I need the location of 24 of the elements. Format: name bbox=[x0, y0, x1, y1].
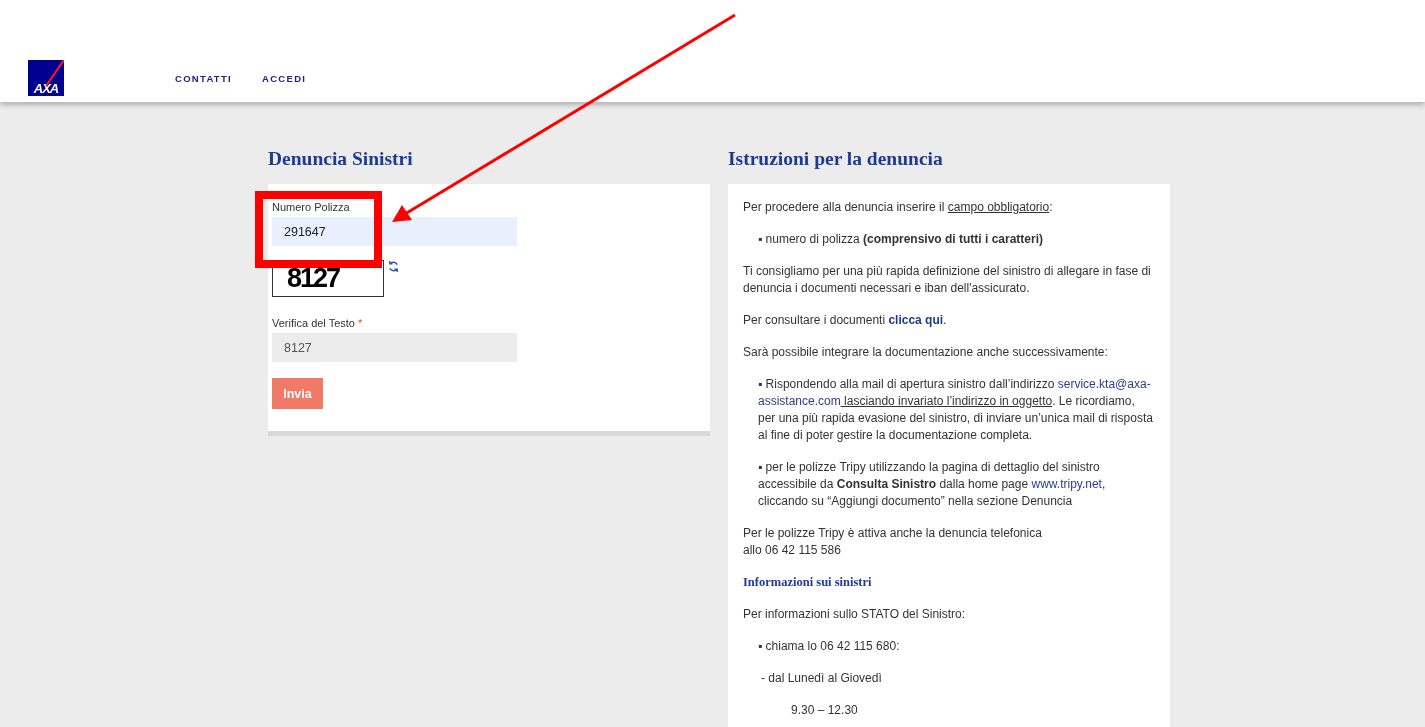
paragraph: Per le polizze Tripy è attiva anche la denuncia telefonica allo 06 42 115 586 bbox=[743, 525, 1043, 559]
paragraph: ▪ numero di polizza (comprensivo di tutti i caratteri) bbox=[757, 231, 1044, 248]
field-label: Numero Polizza bbox=[272, 201, 351, 213]
policy-number-field[interactable]: 291647 bbox=[272, 217, 517, 246]
paragraph: ▪ Rispondendo alla mail di apertura sinistro dall’indirizzo service.kta@axa-assistance.com lasciando invariato l’indirizzo in oggetto. Le ricordiamo, per una più rapida evasione del sinistro, di inviare un’unica mail di risposta al fine di poter gestire la documentazione completa. bbox=[757, 376, 1154, 444]
form-title: Denuncia Sinistri bbox=[268, 148, 414, 170]
field-label: Verifica del Testo * bbox=[272, 317, 364, 329]
paragraph: Sarà possibile integrare la documentazione anche successivamente: bbox=[743, 344, 1109, 361]
paragraph: - dal Lunedì al Giovedì bbox=[760, 670, 883, 687]
paragraph: ▪ chiama lo 06 42 115 680: bbox=[757, 638, 901, 655]
paragraph: Per consultare i documenti clicca qui. bbox=[743, 312, 948, 329]
section-heading: Informazioni sui sinistri bbox=[743, 574, 873, 591]
refresh-icon[interactable] bbox=[387, 260, 400, 273]
captcha-image: 8127 bbox=[272, 260, 384, 297]
logo[interactable]: AXA bbox=[28, 60, 64, 96]
paragraph: ▪ per le polizze Tripy utilizzando la pagina di dettaglio del sinistro accessibile da Consulta Sinistro dalla home page www.tripy.net, cliccando su “Aggiungi documento” nella sezione Denuncia bbox=[757, 459, 1107, 510]
instructions-title: Istruzioni per la denuncia bbox=[728, 148, 944, 170]
verify-text-field[interactable]: 8127 bbox=[272, 333, 517, 362]
paragraph: Per procedere alla denuncia inserire il campo obbligatorio: bbox=[743, 199, 1054, 216]
nav-link[interactable]: ACCEDI bbox=[262, 73, 307, 84]
paragraph: 9.30 – 12.30 bbox=[790, 702, 859, 719]
paragraph: Per informazioni sullo STATO del Sinistro: bbox=[743, 606, 967, 623]
paragraph: Ti consigliamo per una più rapida definizione del sinistro di allegare in fase di denuncia i documenti necessari e iban dell'assicurato. bbox=[743, 263, 1152, 297]
nav-link[interactable]: CONTATTI bbox=[175, 73, 232, 84]
